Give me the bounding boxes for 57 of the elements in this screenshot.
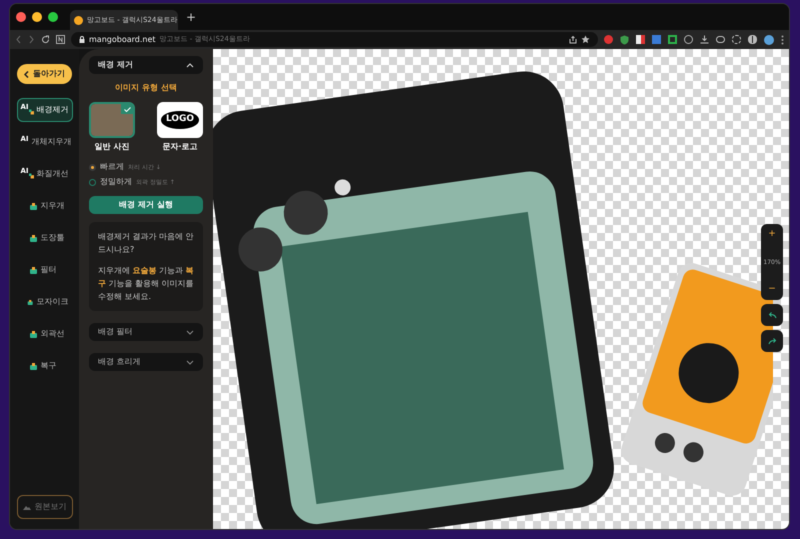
undo-button[interactable]	[761, 304, 783, 326]
ai-tool-icon	[28, 108, 34, 114]
extension-icon[interactable]	[604, 35, 613, 44]
reload-icon[interactable]	[41, 35, 50, 44]
tool-item[interactable]: 복구	[16, 354, 72, 378]
image-type-option[interactable]: LOGO	[157, 102, 203, 138]
tool-icon	[28, 202, 38, 210]
tab-icon[interactable]	[716, 36, 725, 43]
mango-logo-icon	[74, 16, 83, 24]
tool-item[interactable]: 필터	[16, 258, 72, 282]
redo-button[interactable]	[761, 330, 783, 352]
n-square-icon[interactable]	[56, 35, 65, 44]
check-icon	[124, 106, 130, 112]
kebab-menu-icon[interactable]	[781, 34, 784, 44]
zoom-out-button[interactable]: −	[768, 282, 776, 296]
new-tab-button[interactable]: +	[186, 8, 196, 26]
ai-tool-icon	[28, 172, 34, 178]
tool-item[interactable]: 지우개	[16, 194, 72, 218]
logo-thumbnail: LOGO	[160, 111, 200, 129]
radio-button[interactable]	[89, 164, 96, 170]
image-type-heading: 이미지 유형 선택	[114, 82, 178, 94]
image-type-label: 일반 사진	[94, 141, 130, 153]
profile-avatar[interactable]	[764, 34, 774, 44]
mode-label: 정밀하게	[100, 176, 132, 188]
photo-placeholder	[91, 104, 133, 136]
run-button[interactable]: 배경 제거 실행	[89, 196, 203, 214]
tool-icon	[27, 298, 34, 306]
shield-icon[interactable]	[620, 34, 629, 44]
radio-button[interactable]	[89, 178, 96, 186]
tool-icon	[28, 362, 38, 370]
sidebar-icon[interactable]	[748, 35, 757, 44]
tip-text: 지우개에 요술봉 기능과 복구 기능을 활용해 이미지를 수정해 보세요.	[98, 265, 194, 303]
section-header[interactable]: 배경 제거	[89, 56, 203, 74]
tool-icon	[28, 234, 38, 242]
tool-item[interactable]: 모자이크	[16, 290, 72, 314]
mode-label: 빠르게	[100, 161, 124, 173]
redo-arrow-icon	[768, 338, 776, 344]
screenshot-icon[interactable]	[732, 35, 741, 44]
tool-icon	[28, 266, 38, 274]
section-header[interactable]: 배경 흐리게	[89, 353, 203, 371]
zoom-in-button[interactable]: +	[768, 228, 776, 242]
tip-question: 배경제거 결과가 마음에 안드시나요?	[98, 231, 194, 256]
star-icon[interactable]	[581, 35, 590, 44]
tool-icon	[28, 330, 38, 338]
url-text: mangoboard.net	[89, 34, 156, 46]
view-original-button[interactable]: 원본보기	[16, 495, 72, 519]
section-header[interactable]: 배경 필터	[89, 323, 203, 341]
image-type-label: 문자·로고	[162, 141, 198, 153]
share-icon[interactable]	[569, 36, 577, 44]
lock-icon	[79, 36, 85, 43]
image-icon	[22, 504, 30, 510]
tool-item[interactable]: 도장툴	[16, 226, 72, 250]
undo-arrow-icon	[768, 312, 776, 318]
tool-item[interactable]: 외곽선	[16, 322, 72, 346]
back-button[interactable]: 돌아가기	[17, 64, 72, 84]
chevron-left-icon	[24, 70, 29, 78]
download-icon[interactable]	[700, 35, 709, 44]
